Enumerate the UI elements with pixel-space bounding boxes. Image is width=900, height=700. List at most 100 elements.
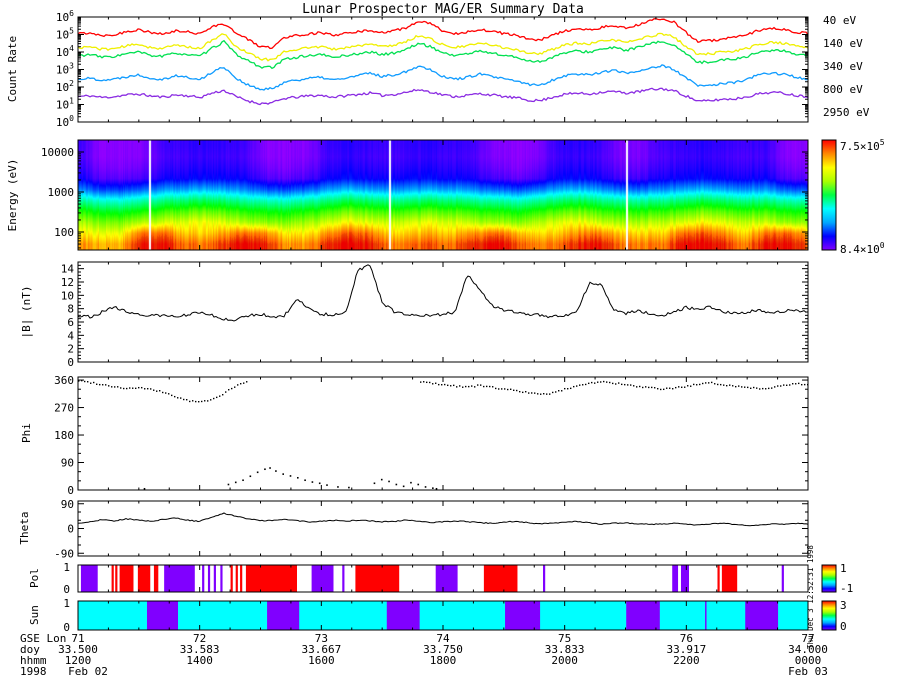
legend-340ev: 340 eV — [823, 60, 863, 73]
phi-dot — [513, 389, 515, 391]
phi-dot — [489, 385, 491, 388]
phi-dot — [174, 395, 176, 398]
phi-dot — [627, 384, 629, 386]
phi-dot — [678, 386, 680, 388]
legend-140ev: 140 eV — [823, 37, 863, 50]
xtick-hhmm: 2000 — [551, 654, 578, 667]
ytick-label: 100 — [56, 114, 74, 129]
phi-dot — [242, 479, 244, 482]
phi-dot — [269, 467, 271, 469]
phi-dot — [615, 383, 617, 385]
sun-bar-segment — [386, 601, 420, 630]
phi-dot — [687, 385, 689, 387]
ytick-label: 103 — [56, 62, 74, 77]
ytick-label: 90 — [61, 498, 74, 511]
phi-dot — [156, 390, 158, 392]
phi-dot — [227, 483, 230, 486]
phi-dot — [192, 400, 194, 402]
pol-bar-segment — [543, 565, 546, 592]
phi-dot — [474, 386, 476, 388]
phi-dot — [183, 398, 185, 401]
phi-dot — [543, 393, 545, 395]
phi-dot — [798, 382, 800, 385]
phi-dot — [660, 388, 662, 391]
phi-dot — [289, 475, 292, 477]
phi-dot — [477, 384, 479, 386]
ytick-label: 180 — [54, 429, 74, 442]
phi-dot — [663, 388, 665, 391]
sun-bar-segment — [267, 601, 300, 630]
phi-dot — [373, 482, 376, 485]
phi-dot — [102, 384, 104, 386]
phi-dot — [735, 385, 737, 388]
phi-dot — [534, 392, 536, 394]
phi-dot — [326, 484, 328, 486]
colorbar-min-label: 8.4×100 — [840, 241, 885, 256]
plot-title: Lunar Prospector MAG/ER Summary Data — [302, 2, 584, 17]
pol-scale-min: -1 — [840, 582, 853, 595]
phi-dot — [438, 383, 440, 386]
xtick-hhmm: 1400 — [186, 654, 213, 667]
phi-dot — [528, 392, 530, 394]
phi-dot — [402, 485, 405, 488]
phi-dot — [120, 387, 122, 389]
pol-bar-segment — [680, 565, 690, 592]
phi-dot — [771, 387, 773, 389]
phi-dot — [204, 400, 206, 402]
phi-dot — [558, 390, 560, 392]
pol-bar-segment — [245, 565, 297, 592]
phi-dot — [630, 384, 632, 386]
sun-bar-segment — [146, 601, 179, 630]
ytick-label: 106 — [56, 9, 74, 24]
phi-dot — [516, 389, 518, 392]
phi-dot — [582, 384, 584, 386]
phi-dot — [570, 387, 572, 390]
panel-border — [77, 139, 809, 251]
phi-dot — [216, 396, 218, 399]
phi-dot — [180, 397, 182, 399]
sun-scale-max: 3 — [840, 599, 847, 612]
ytick-label: 1 — [63, 597, 70, 610]
phi-dot — [780, 385, 782, 387]
phi-dot — [171, 394, 173, 397]
xtick-date: Feb 03 — [788, 665, 828, 678]
pol-bar-segment — [137, 565, 151, 592]
phi-dot — [111, 386, 113, 388]
phi-dot — [456, 386, 458, 388]
phi-dot — [450, 385, 452, 387]
phi-dot — [429, 381, 431, 384]
pol-scale-max: 1 — [840, 562, 847, 575]
phi-dot — [750, 387, 752, 389]
ytick-label: 90 — [61, 457, 74, 470]
phi-dot — [636, 386, 638, 388]
phi-dot — [141, 386, 143, 389]
phi-dot — [219, 395, 221, 397]
phi-dot — [114, 386, 116, 388]
ytick-label: 6 — [67, 316, 74, 329]
phi-dot — [651, 386, 653, 389]
phi-dot — [410, 481, 412, 484]
sun-bar-segment — [505, 601, 541, 630]
pol-bar-segment — [311, 565, 334, 592]
series-line-2950ev — [77, 87, 809, 106]
phi-dot — [117, 386, 119, 388]
phi-dot — [567, 388, 569, 390]
phi-dot — [444, 383, 446, 386]
phi-dot — [201, 400, 203, 403]
pol-bar-segment — [115, 565, 118, 592]
legend-2950ev: 2950 eV — [823, 106, 870, 119]
phi-dot — [168, 393, 170, 395]
phi-dot — [432, 383, 434, 385]
phi-dot — [621, 383, 623, 386]
ytick-label: 8 — [67, 303, 74, 316]
phi-dot — [198, 401, 200, 403]
phi-dot — [642, 386, 644, 389]
phi-dot — [597, 381, 599, 383]
phi-dot — [600, 381, 602, 383]
phi-dot — [225, 391, 227, 393]
phi-dot — [380, 478, 383, 481]
phi-dot — [108, 385, 110, 387]
bmag-ylabel: |B| (nT) — [20, 286, 33, 339]
ytick-label: 2 — [67, 343, 74, 356]
theta-ylabel: Theta — [18, 511, 31, 544]
